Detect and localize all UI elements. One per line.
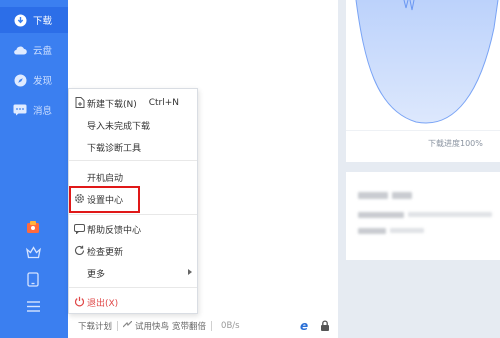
download-speed: 0B/s [221, 321, 240, 331]
sidebar-item-label: 下载 [33, 16, 53, 27]
menu-item-import-unfinished[interactable]: 导入未完成下载 [69, 115, 197, 135]
task-info-card [346, 172, 500, 260]
tablet-icon[interactable] [24, 270, 42, 288]
status-bar: 下载计划 试用快鸟 宽带翻倍 0B/s e [68, 314, 338, 338]
feedback-icon [74, 223, 85, 234]
gift-icon[interactable] [24, 218, 42, 236]
cloud-icon [13, 43, 27, 57]
menu-divider [69, 160, 197, 161]
compass-icon [13, 73, 27, 87]
chat-icon [13, 103, 27, 117]
download-progress-text: 下载进度100% [428, 139, 483, 148]
menu-item-diagnostic-tool[interactable]: 下载诊断工具 [69, 137, 197, 157]
menu-item-exit[interactable]: 退出(X) [69, 292, 197, 312]
sidebar: 下载 云盘 发现 消息 [0, 0, 68, 338]
sidebar-item-label: 发现 [33, 76, 53, 87]
crown-icon[interactable] [24, 243, 42, 261]
kuainiao-icon [122, 320, 133, 332]
settings-highlight-box [69, 186, 140, 213]
menu-item-new-download[interactable]: 新建下载(N) Ctrl+N [69, 93, 197, 113]
refresh-icon [74, 245, 85, 256]
sidebar-item-label: 消息 [33, 106, 53, 117]
menu-divider [69, 287, 197, 288]
sidebar-item-cloud[interactable]: 云盘 [0, 37, 68, 63]
lock-icon[interactable] [320, 320, 330, 334]
menu-item-startup[interactable]: 开机启动 [69, 167, 197, 187]
sidebar-item-download[interactable]: 下载 [0, 7, 68, 33]
menu-item-check-update[interactable]: 检查更新 [69, 241, 197, 261]
divider [117, 321, 119, 331]
divider [211, 321, 213, 331]
download-plan-link[interactable]: 下载计划 [78, 320, 112, 332]
sidebar-item-messages[interactable]: 消息 [0, 97, 68, 123]
card-divider [346, 130, 500, 131]
menu-icon[interactable] [24, 297, 42, 315]
sidebar-item-label: 云盘 [33, 46, 53, 57]
new-file-icon [74, 97, 85, 108]
chevron-right-icon [188, 269, 192, 275]
trial-kuainiao-link[interactable]: 试用快鸟 [135, 320, 169, 332]
speed-graph [355, 0, 499, 124]
ie-icon[interactable]: e [300, 319, 308, 333]
download-icon [13, 13, 27, 27]
sidebar-item-discover[interactable]: 发现 [0, 67, 68, 93]
power-icon [74, 296, 85, 307]
menu-item-help-feedback[interactable]: 帮助反馈中心 [69, 219, 197, 239]
menu-item-more[interactable]: 更多 [69, 263, 197, 283]
bandwidth-double-link[interactable]: 宽带翻倍 [172, 320, 206, 332]
menu-divider [69, 214, 197, 215]
